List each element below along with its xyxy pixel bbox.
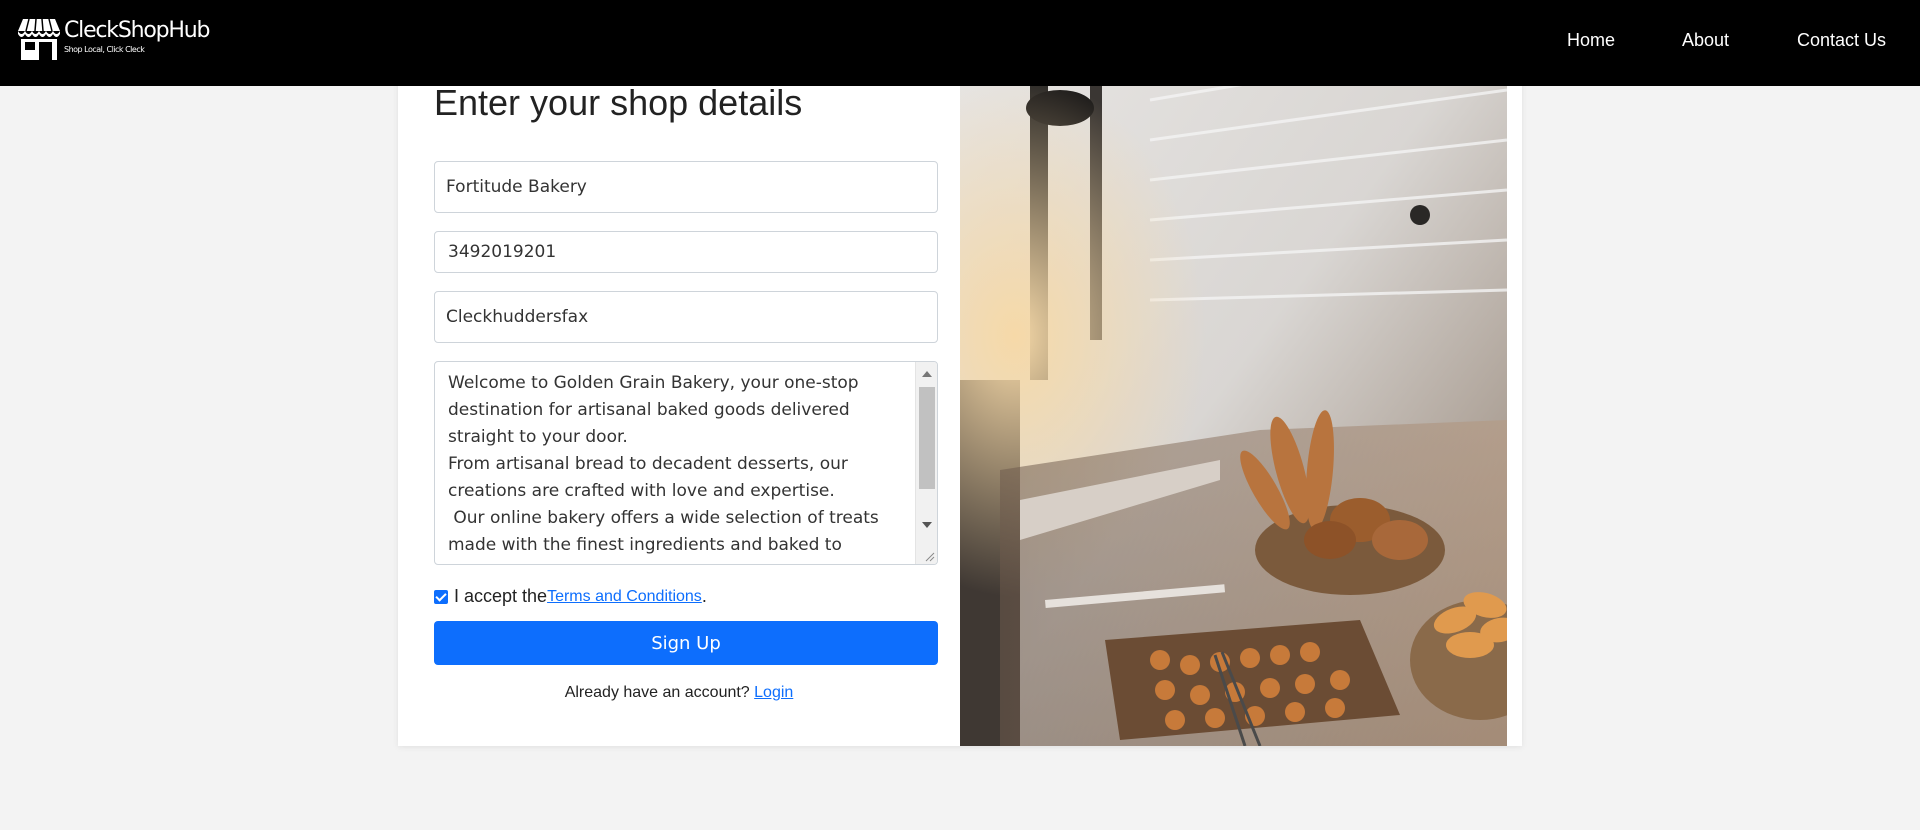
bakery-display-photo [960, 0, 1507, 746]
terms-row: I accept the Terms and Conditions . [434, 586, 707, 607]
terms-link[interactable]: Terms and Conditions [547, 588, 702, 606]
shop-details-form: Enter your shop details Fortitude Bakery… [398, 0, 960, 746]
textarea-scrollbar[interactable] [915, 362, 937, 564]
description-textarea[interactable]: Welcome to Golden Grain Bakery, your one… [434, 361, 938, 565]
scroll-down-arrow-icon[interactable] [922, 522, 932, 528]
signup-card: Enter your shop details Fortitude Bakery… [398, 0, 1522, 746]
brand-name: CleckShopHub [64, 18, 210, 43]
phone-input[interactable]: 3492019201 [434, 231, 938, 273]
nav-home-link[interactable]: Home [1567, 30, 1615, 51]
scroll-up-arrow-icon[interactable] [922, 371, 932, 377]
terms-suffix: . [701, 586, 707, 606]
navbar: CleckShopHub Shop Local, Click Cleck Hom… [0, 0, 1920, 86]
resize-grip-icon[interactable] [923, 550, 935, 562]
scroll-thumb[interactable] [919, 387, 935, 489]
form-title: Enter your shop details [434, 82, 803, 123]
city-input[interactable]: Cleckhuddersfax [434, 291, 938, 343]
nav-contact-link[interactable]: Contact Us [1797, 30, 1886, 51]
login-link[interactable]: Login [754, 684, 793, 701]
terms-checkbox[interactable] [434, 589, 448, 604]
terms-label: I accept the [454, 586, 548, 606]
login-prompt-row: Already have an account? Login [398, 684, 960, 702]
signup-button[interactable]: Sign Up [434, 621, 938, 665]
nav-about-link[interactable]: About [1682, 30, 1729, 51]
storefront-icon [18, 18, 60, 60]
shop-name-input[interactable]: Fortitude Bakery [434, 161, 938, 213]
login-prompt: Already have an account? [564, 684, 750, 701]
bakery-photo-illustration [960, 0, 1507, 746]
brand-logo[interactable]: CleckShopHub Shop Local, Click Cleck [17, 18, 210, 61]
brand-tagline: Shop Local, Click Cleck [64, 45, 145, 54]
description-text: Welcome to Golden Grain Bakery, your one… [448, 373, 879, 564]
